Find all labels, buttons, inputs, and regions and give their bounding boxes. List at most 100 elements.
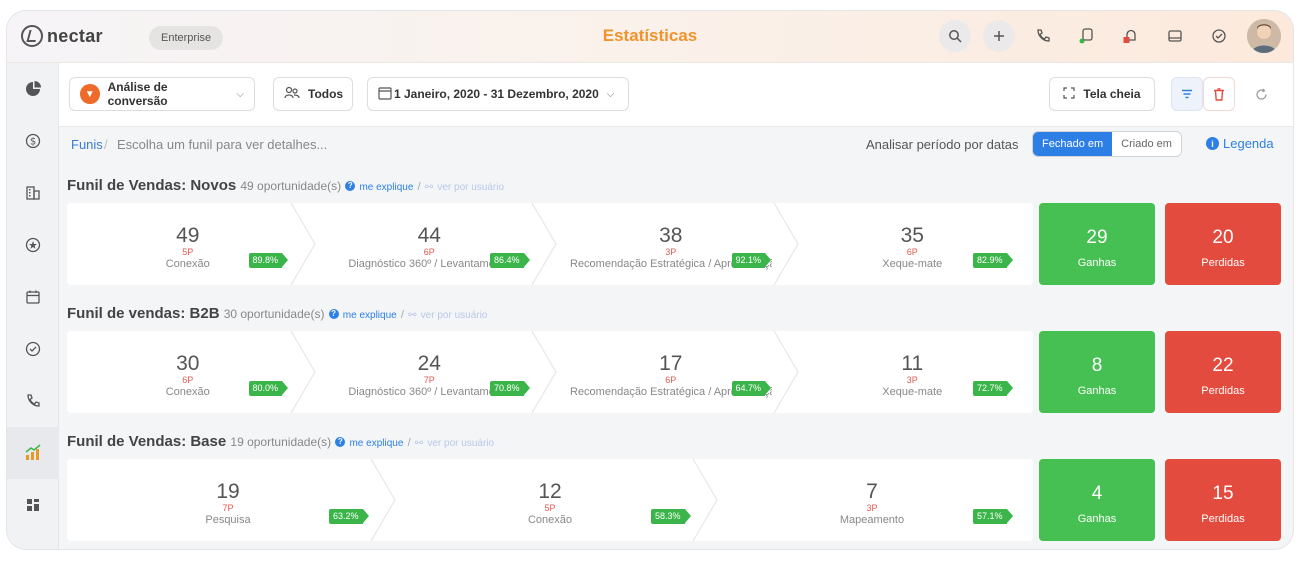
stage-divider bbox=[531, 331, 557, 413]
lost-card[interactable]: 15 Perdidas bbox=[1165, 459, 1281, 541]
plus-icon[interactable] bbox=[983, 20, 1015, 52]
trash-icon[interactable] bbox=[1203, 77, 1235, 111]
won-label: Ganhas bbox=[1077, 513, 1117, 525]
breadcrumb-hint: Escolha um funil para ver detalhes... bbox=[117, 137, 328, 152]
funnel-stage[interactable]: 38 3P Recomendação Estratégica / Apresenta… bbox=[570, 203, 772, 285]
per-user-link[interactable]: ver por usuário bbox=[437, 182, 504, 193]
legend-label: Legenda bbox=[1223, 136, 1274, 151]
funnel-stage[interactable]: 49 5P Conexão bbox=[87, 203, 289, 285]
closed-date-option[interactable]: Fechado em bbox=[1033, 132, 1113, 156]
date-type-toggle: Fechado em Criado em bbox=[1032, 131, 1182, 157]
explain-link[interactable]: me explique bbox=[343, 310, 397, 321]
funnel-stage[interactable]: 19 7P Pesquisa bbox=[87, 459, 369, 541]
date-range-picker[interactable]: 1 Janeiro, 2020 - 31 Dezembro, 2020 ⌵ bbox=[367, 77, 629, 111]
funnel-stage[interactable]: 35 6P Xeque-mate bbox=[812, 203, 1014, 285]
lost-label: Perdidas bbox=[1201, 257, 1245, 269]
building-icon[interactable] bbox=[7, 167, 59, 219]
won-count: 8 bbox=[1091, 355, 1103, 376]
funnel-stage[interactable]: 7 3P Mapeamento bbox=[731, 459, 1013, 541]
calendar-icon[interactable] bbox=[7, 271, 59, 323]
won-label: Ganhas bbox=[1077, 385, 1117, 397]
phone-icon[interactable] bbox=[7, 375, 59, 427]
grid-icon[interactable] bbox=[7, 479, 59, 531]
conversion-rate-badge: 82.9% bbox=[973, 253, 1012, 268]
question-icon: ? bbox=[328, 309, 339, 320]
funnel-title[interactable]: Funil de Vendas: Novos 49 oportunidade(s… bbox=[67, 177, 504, 194]
svg-text:$: $ bbox=[30, 137, 36, 148]
legend-link[interactable]: i Legenda bbox=[1206, 136, 1274, 151]
analysis-label: Análise de conversão bbox=[107, 80, 168, 108]
funnel-stage[interactable]: 30 6P Conexão bbox=[87, 331, 289, 413]
funnel-stage-strip: 19 7P Pesquisa 63.2% 12 5P Conexão 58.3% 7 3P Mape… bbox=[67, 459, 1033, 541]
funnel-icon: ▼ bbox=[80, 84, 100, 104]
title-separator: / bbox=[400, 309, 404, 321]
per-user-link[interactable]: ver por usuário bbox=[427, 438, 494, 449]
breadcrumb-bar: Funis / Escolha um funil para ver detalh… bbox=[59, 127, 1293, 161]
lost-count: 22 bbox=[1212, 355, 1234, 376]
stage-count: 24 bbox=[417, 352, 441, 375]
dollar-icon[interactable]: $ bbox=[7, 115, 59, 167]
stage-count: 7 bbox=[866, 480, 878, 503]
question-icon: ? bbox=[345, 181, 356, 192]
per-user-link[interactable]: ver por usuário bbox=[421, 310, 488, 321]
lost-card[interactable]: 22 Perdidas bbox=[1165, 331, 1281, 413]
users-icon bbox=[284, 86, 300, 103]
bell-icon[interactable] bbox=[1115, 20, 1147, 52]
star-icon[interactable] bbox=[7, 219, 59, 271]
opportunity-count: 49 oportunidade(s) bbox=[240, 179, 342, 193]
funnel-stage-strip: 30 6P Conexão 80.0% 24 7P Diagnóstico 360º / L… bbox=[67, 331, 1033, 413]
conversion-rate-badge: 89.8% bbox=[248, 253, 288, 268]
funnel-name: Funil de Vendas: Base bbox=[67, 433, 227, 450]
funnel-stage[interactable]: 17 6P Recomendação Estratégica / Apresenta… bbox=[570, 331, 772, 413]
won-count: 4 bbox=[1091, 483, 1103, 504]
calendar-icon bbox=[378, 86, 392, 103]
refresh-icon[interactable] bbox=[1247, 77, 1275, 111]
org-chart-icon: ⚯ bbox=[408, 310, 417, 321]
filter-lines-icon[interactable] bbox=[1171, 77, 1203, 111]
funnel-stage[interactable]: 24 7P Diagnóstico 360º / Levantamento bbox=[329, 331, 531, 413]
conversion-rate-badge: 57.1% bbox=[973, 509, 1012, 524]
funnel-stage[interactable]: 44 6P Diagnóstico 360º / Levantamento bbox=[329, 203, 531, 285]
fullscreen-button[interactable]: Tela cheia bbox=[1049, 77, 1155, 111]
won-card[interactable]: 4 Ganhas bbox=[1039, 459, 1155, 541]
users-filter-label: Todos bbox=[308, 87, 344, 101]
search-icon[interactable] bbox=[939, 20, 971, 52]
conversion-rate-badge: 80.0% bbox=[248, 381, 288, 396]
stage-count: 30 bbox=[176, 352, 200, 375]
won-card[interactable]: 29 Ganhas bbox=[1039, 203, 1155, 285]
pie-chart-icon[interactable] bbox=[7, 63, 59, 115]
created-date-option[interactable]: Criado em bbox=[1112, 132, 1181, 156]
chevron-down-icon: ⌵ bbox=[236, 88, 244, 100]
chat-icon[interactable] bbox=[1071, 20, 1103, 52]
explain-link[interactable]: me explique bbox=[359, 182, 413, 193]
analysis-dropdown[interactable]: ▼ Análise de conversão ⌵ bbox=[69, 77, 255, 111]
lost-card[interactable]: 20 Perdidas bbox=[1165, 203, 1281, 285]
funnel-stage[interactable]: 11 3P Xeque-mate bbox=[812, 331, 1014, 413]
title-separator: / bbox=[407, 437, 411, 449]
won-label: Ganhas bbox=[1077, 257, 1117, 269]
won-count: 29 bbox=[1086, 227, 1108, 248]
funnel-title[interactable]: Funil de Vendas: Base 19 oportunidade(s)… bbox=[67, 433, 494, 450]
check-icon[interactable] bbox=[7, 323, 59, 375]
stats-icon[interactable] bbox=[7, 427, 59, 479]
breadcrumb-root-link[interactable]: Funis bbox=[71, 137, 103, 152]
opportunity-count: 30 oportunidade(s) bbox=[223, 307, 325, 321]
conversion-rate-badge: 72.7% bbox=[973, 381, 1012, 396]
stage-divider bbox=[289, 203, 316, 285]
logo-text: nectar bbox=[47, 25, 103, 46]
check-circle-icon[interactable] bbox=[1203, 20, 1235, 52]
funnel-stage[interactable]: 12 5P Conexão bbox=[409, 459, 691, 541]
funnel-title[interactable]: Funil de vendas: B2B 30 oportunidade(s) … bbox=[67, 305, 487, 322]
user-avatar[interactable] bbox=[1247, 19, 1281, 53]
stage-points: 3P bbox=[866, 503, 878, 513]
explain-link[interactable]: me explique bbox=[349, 438, 403, 449]
inbox-icon[interactable] bbox=[1159, 20, 1191, 52]
logo[interactable]: nectar bbox=[21, 25, 103, 47]
stage-count: 49 bbox=[176, 224, 200, 247]
info-icon: i bbox=[1206, 137, 1219, 150]
phone-icon[interactable] bbox=[1027, 20, 1059, 52]
users-filter-button[interactable]: Todos bbox=[273, 77, 353, 111]
conversion-rate-badge: 92.1% bbox=[731, 253, 771, 268]
won-card[interactable]: 8 Ganhas bbox=[1039, 331, 1155, 413]
conversion-rate-badge: 86.4% bbox=[490, 253, 529, 268]
